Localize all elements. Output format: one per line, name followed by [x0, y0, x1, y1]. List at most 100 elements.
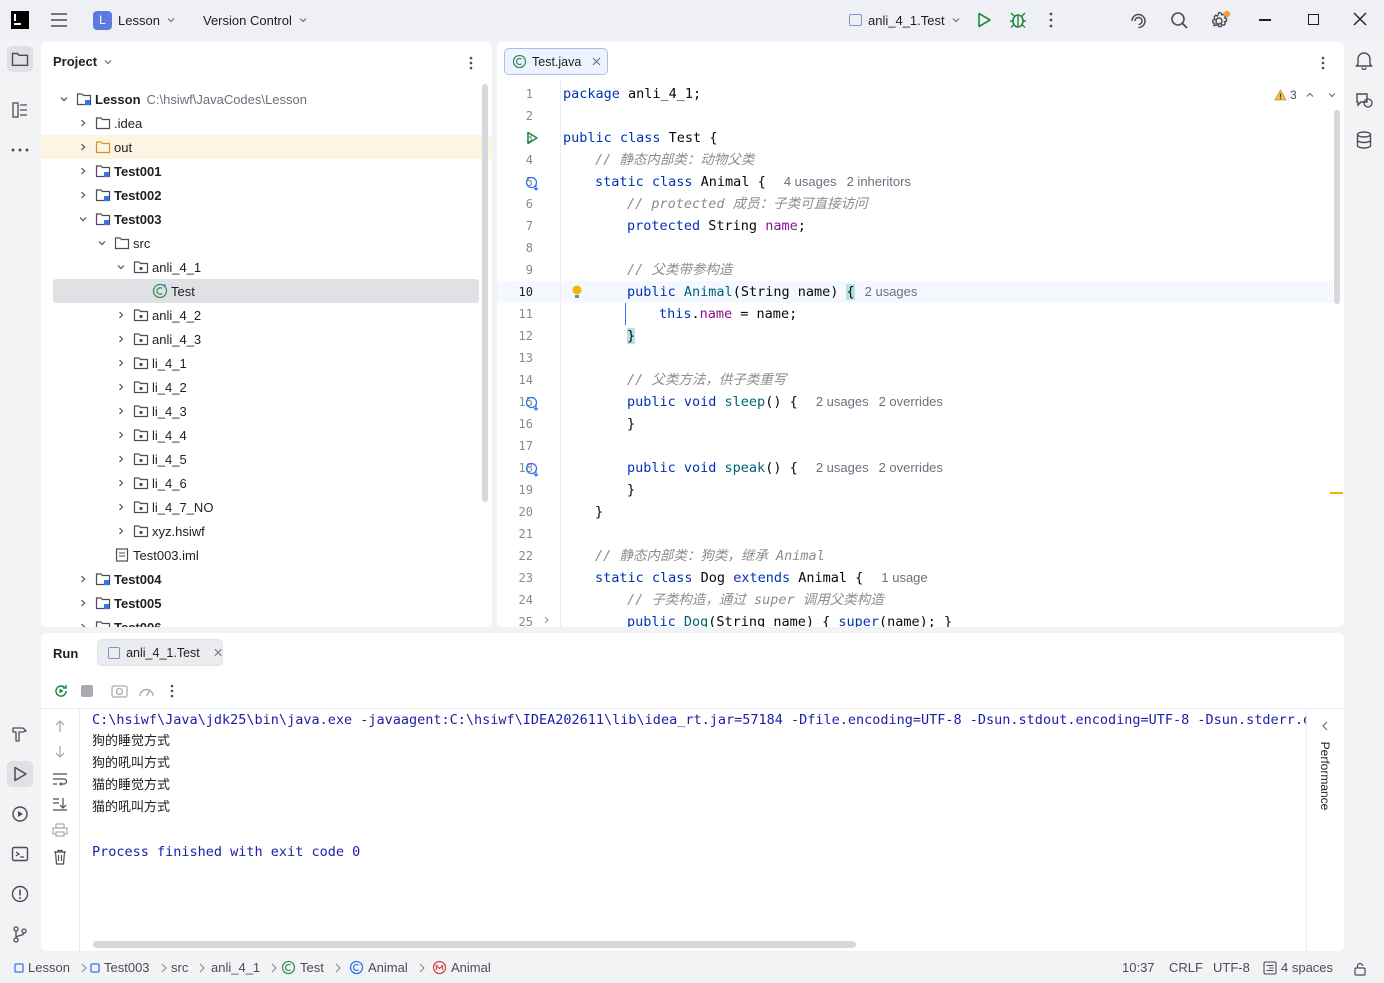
chevron-right-icon[interactable]	[116, 406, 126, 416]
line-number[interactable]: 25	[497, 615, 533, 627]
tree-item[interactable]: li_4_6	[41, 471, 492, 495]
tree-item[interactable]: Test002	[41, 183, 492, 207]
line-number[interactable]: 17	[497, 439, 533, 453]
more-actions-icon[interactable]	[1048, 12, 1054, 28]
code-line-3[interactable]: public class Test {	[563, 127, 717, 149]
scroll-to-end-icon[interactable]	[52, 797, 68, 811]
git-branch-icon[interactable]	[7, 921, 33, 947]
code-line-25[interactable]: public Dog(String name) { super(name); }	[627, 611, 952, 627]
breadcrumb-item[interactable]: Lesson	[14, 960, 88, 975]
chevron-right-icon[interactable]	[78, 166, 88, 176]
line-number[interactable]: 2	[497, 109, 533, 123]
tree-item[interactable]: Test004	[41, 567, 492, 591]
breadcrumb-item[interactable]: Test	[281, 960, 342, 975]
scroll-down-icon[interactable]	[54, 745, 66, 759]
tree-item[interactable]: xyz.hsiwf	[41, 519, 492, 543]
project-panel-header[interactable]: Project	[53, 54, 113, 69]
scroll-up-icon[interactable]	[54, 719, 66, 733]
line-number[interactable]: 14	[497, 373, 533, 387]
code-line-20[interactable]: }	[595, 501, 603, 523]
close-tab-icon[interactable]	[214, 648, 222, 657]
intellij-logo-icon[interactable]	[11, 11, 29, 29]
indent-setting[interactable]: 4 spaces	[1263, 960, 1333, 975]
tree-item[interactable]: Test006	[41, 615, 492, 627]
notifications-icon[interactable]	[1354, 50, 1374, 70]
clear-trash-icon[interactable]	[53, 849, 67, 865]
line-separator[interactable]: CRLF	[1169, 960, 1203, 975]
search-icon[interactable]	[1170, 11, 1189, 30]
line-number[interactable]: 22	[497, 549, 533, 563]
tree-expander[interactable]	[56, 91, 72, 107]
chevron-right-icon[interactable]	[116, 382, 126, 392]
run-tool-icon[interactable]	[7, 761, 33, 787]
implemented-gutter-icon[interactable]	[525, 176, 540, 191]
tree-item[interactable]: .idea	[41, 111, 492, 135]
code-line-24[interactable]: // 子类构造，通过 super 调用父类构造	[627, 589, 884, 611]
tree-item[interactable]: anli_4_3	[41, 327, 492, 351]
build-hammer-icon[interactable]	[7, 721, 33, 747]
chevron-down-icon[interactable]	[78, 214, 88, 224]
line-number[interactable]: 10	[497, 285, 533, 299]
chevron-right-icon[interactable]	[78, 142, 88, 152]
code-line-15[interactable]: public void sleep() { 2 usages 2 override…	[627, 391, 943, 413]
tree-item[interactable]: li_4_5	[41, 447, 492, 471]
line-number[interactable]: 12	[497, 329, 533, 343]
line-number[interactable]: 7	[497, 219, 533, 233]
tree-item[interactable]: out	[41, 135, 492, 159]
tree-item[interactable]: Lesson C:\hsiwf\JavaCodes\Lesson	[41, 87, 492, 111]
tree-expander[interactable]	[113, 427, 129, 443]
line-number[interactable]: 6	[497, 197, 533, 211]
tree-expander[interactable]	[113, 523, 129, 539]
editor-options-icon[interactable]	[1321, 56, 1325, 70]
minimize-icon[interactable]	[1259, 19, 1271, 21]
chevron-right-icon[interactable]	[116, 358, 126, 368]
tree-expander[interactable]	[113, 259, 129, 275]
code-line-10[interactable]: public Animal(String name) {2 usages	[627, 281, 917, 303]
ai-chat-icon[interactable]	[1354, 90, 1374, 110]
rerun-icon[interactable]	[53, 683, 69, 699]
tree-item[interactable]: Test005	[41, 591, 492, 615]
line-number[interactable]: 20	[497, 505, 533, 519]
chevron-down-icon[interactable]	[59, 94, 69, 104]
structure-tool-icon[interactable]	[7, 97, 33, 123]
tree-item[interactable]: src	[41, 231, 492, 255]
overridden-gutter-icon[interactable]	[525, 396, 540, 411]
version-control-menu[interactable]: Version Control	[203, 7, 308, 33]
file-encoding[interactable]: UTF-8	[1213, 960, 1250, 975]
code-line-18[interactable]: public void speak() { 2 usages 2 override…	[627, 457, 943, 479]
line-number[interactable]: 23	[497, 571, 533, 585]
code-line-19[interactable]: }	[627, 479, 635, 501]
tree-expander[interactable]	[75, 619, 91, 627]
chevron-right-icon[interactable]	[116, 526, 126, 536]
tree-expander[interactable]	[75, 139, 91, 155]
read-only-lock-icon[interactable]	[1353, 962, 1367, 976]
caret-position[interactable]: 10:37	[1122, 960, 1155, 975]
tree-expander[interactable]	[75, 115, 91, 131]
line-number[interactable]: 1	[497, 87, 533, 101]
breadcrumb-item[interactable]: Animal	[349, 960, 426, 975]
line-number[interactable]: 4	[497, 153, 533, 167]
terminal-icon[interactable]	[7, 841, 33, 867]
tree-item[interactable]: Test003.iml	[41, 543, 492, 567]
tree-expander[interactable]	[75, 163, 91, 179]
code-line-22[interactable]: // 静态内部类：狗类，继承 Animal	[595, 545, 825, 567]
code-line-5[interactable]: static class Animal { 4 usages 2 inherito…	[595, 171, 911, 193]
code-line-9[interactable]: // 父类带参构造	[627, 259, 732, 281]
tree-item[interactable]: anli_4_1	[41, 255, 492, 279]
chevron-right-icon[interactable]	[116, 478, 126, 488]
code-line-6[interactable]: // protected 成员：子类可直接访问	[627, 193, 868, 215]
chevron-right-icon[interactable]	[116, 502, 126, 512]
line-number[interactable]: 21	[497, 527, 533, 541]
breadcrumb-item[interactable]: Test003	[90, 960, 168, 975]
tree-item[interactable]: li_4_3	[41, 399, 492, 423]
console-hscrollbar[interactable]	[93, 941, 856, 948]
overridden-gutter-icon[interactable]	[525, 462, 540, 477]
run-tab[interactable]: anli_4_1.Test	[97, 639, 223, 666]
inspection-widget[interactable]: 3	[1274, 88, 1297, 102]
tree-expander[interactable]	[113, 379, 129, 395]
run-gutter-icon[interactable]	[525, 131, 539, 145]
code-line-7[interactable]: protected String name;	[627, 215, 806, 237]
stop-icon[interactable]	[81, 685, 93, 697]
line-number[interactable]: 9	[497, 263, 533, 277]
project-tool-icon[interactable]	[7, 46, 33, 72]
